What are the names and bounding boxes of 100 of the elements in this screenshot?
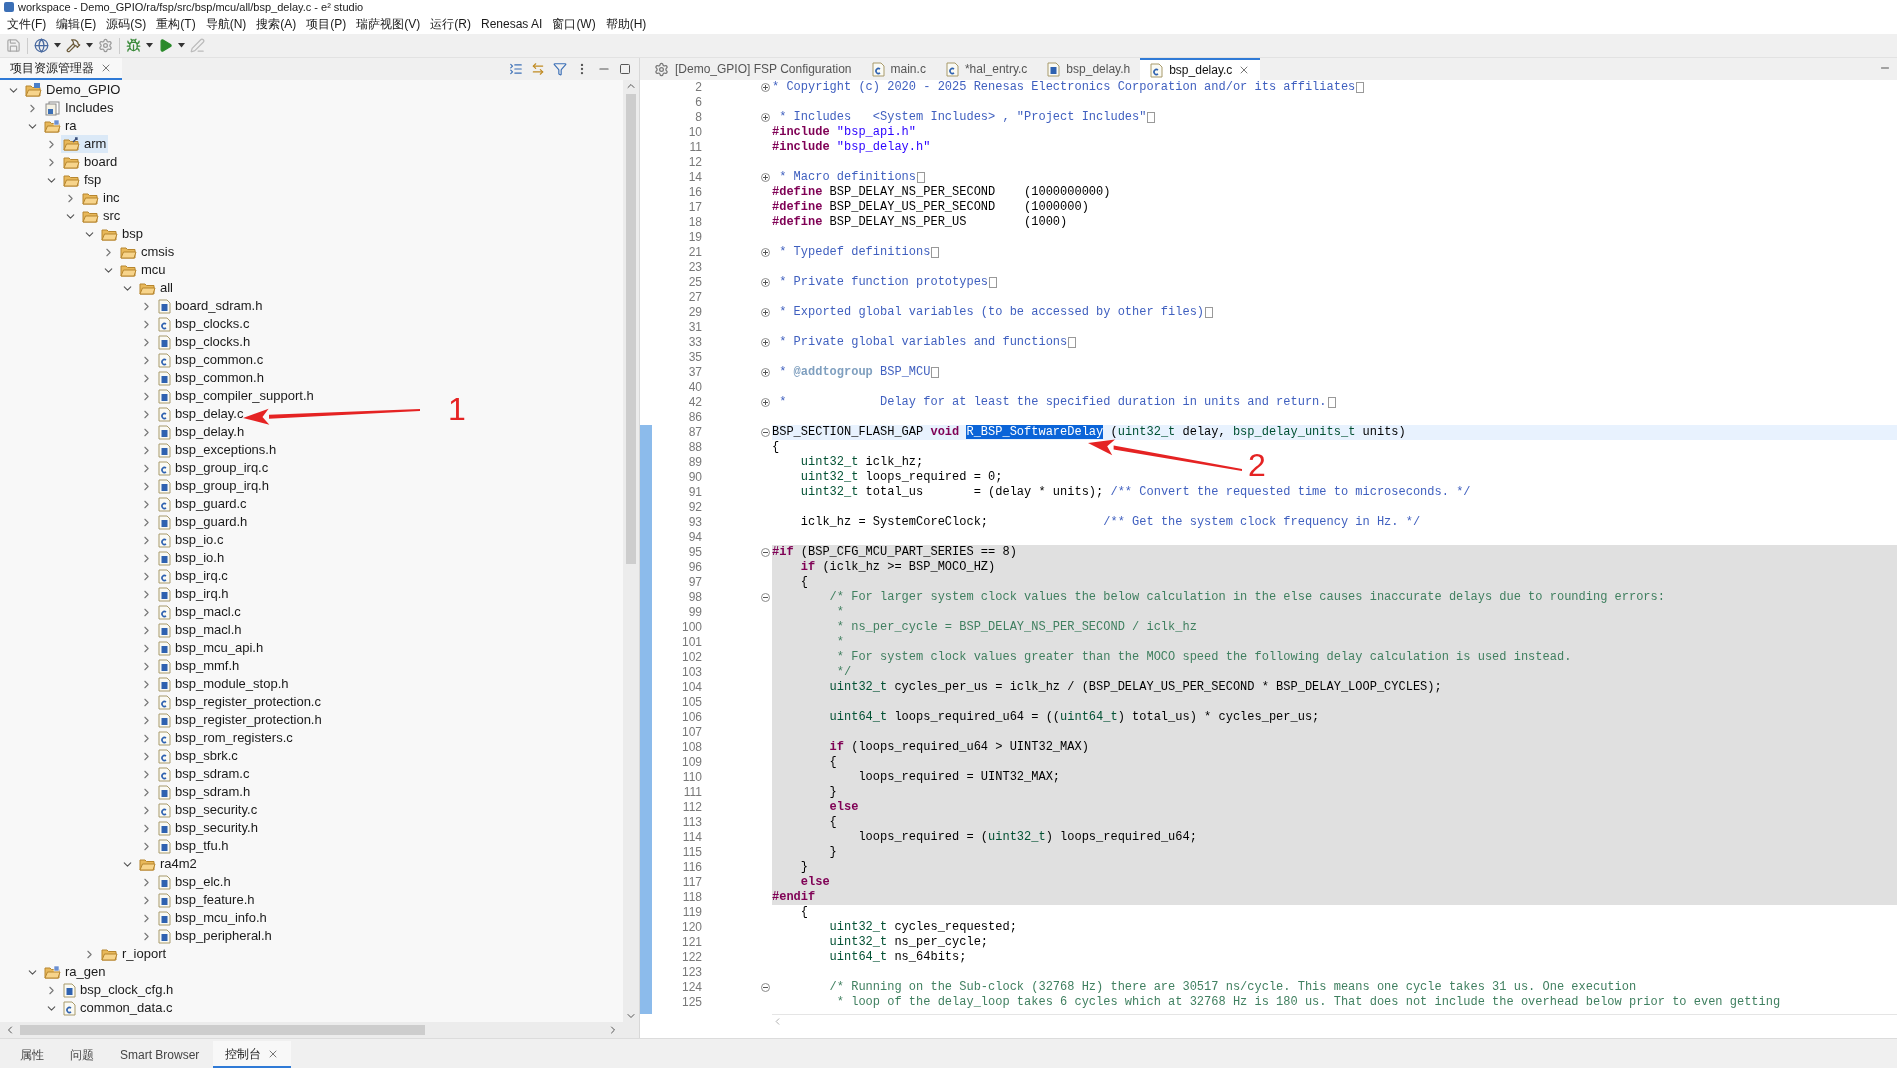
- editor-tab[interactable]: [Demo_GPIO] FSP Configuration: [644, 58, 862, 80]
- tree-item[interactable]: arm: [61, 135, 109, 153]
- expand-fold-icon[interactable]: [761, 173, 770, 182]
- tree-item[interactable]: bsp_sdram.c: [156, 765, 252, 783]
- expand-fold-icon[interactable]: [761, 83, 770, 92]
- dropdown-caret-icon[interactable]: [86, 43, 93, 48]
- tree-item[interactable]: all: [137, 279, 175, 297]
- bottom-tab[interactable]: Smart Browser: [108, 1041, 212, 1068]
- menu-item[interactable]: 运行(R): [425, 15, 476, 33]
- tree-item[interactable]: bsp_module_stop.h: [156, 675, 291, 693]
- panel-tab[interactable]: 项目资源管理器: [0, 58, 122, 80]
- collapse-fold-icon[interactable]: [761, 548, 770, 557]
- tree-item[interactable]: board_sdram.h: [156, 297, 265, 315]
- tree-item[interactable]: bsp_irq.h: [156, 585, 231, 603]
- tree-item[interactable]: Includes: [42, 99, 116, 117]
- expand-fold-icon[interactable]: [761, 308, 770, 317]
- tree-item[interactable]: ra4m2: [137, 855, 199, 873]
- close-icon[interactable]: [100, 62, 112, 74]
- tree-item[interactable]: bsp_rom_registers.c: [156, 729, 295, 747]
- link-icon[interactable]: [531, 62, 545, 76]
- tree-item[interactable]: r_ioport: [99, 945, 169, 963]
- editor-tab[interactable]: bsp_delay.c: [1140, 58, 1261, 80]
- editor-tab[interactable]: bsp_delay.h: [1037, 58, 1141, 80]
- tree-item[interactable]: Demo_GPIO: [23, 81, 123, 99]
- tree-item[interactable]: bsp_common.h: [156, 369, 266, 387]
- tree-item[interactable]: bsp_tfu.h: [156, 837, 231, 855]
- menu-item[interactable]: 重构(T): [151, 15, 201, 33]
- tree-item[interactable]: bsp_irq.c: [156, 567, 230, 585]
- hammer-icon[interactable]: [66, 38, 81, 53]
- tree-item[interactable]: bsp_guard.c: [156, 495, 249, 513]
- tree-item[interactable]: bsp_delay.h: [156, 423, 247, 441]
- tree-item[interactable]: bsp_clocks.c: [156, 315, 252, 333]
- tree-item[interactable]: bsp_exceptions.h: [156, 441, 279, 459]
- gear-icon[interactable]: [98, 38, 113, 53]
- menu-item[interactable]: 导航(N): [200, 15, 252, 33]
- run-icon[interactable]: [158, 38, 173, 53]
- menu-item[interactable]: 文件(F): [2, 15, 52, 33]
- menu-item[interactable]: 帮助(H): [600, 15, 652, 33]
- dropdown-caret-icon[interactable]: [178, 43, 185, 48]
- tree-item[interactable]: bsp_group_irq.c: [156, 459, 271, 477]
- editor-tab[interactable]: *hal_entry.c: [935, 58, 1038, 80]
- tree-item[interactable]: bsp_security.h: [156, 819, 260, 837]
- tree-item[interactable]: bsp_macl.h: [156, 621, 244, 639]
- collapse-all-icon[interactable]: [509, 62, 523, 76]
- tree-item[interactable]: bsp_security.c: [156, 801, 260, 819]
- bottom-tab[interactable]: 属性: [8, 1041, 56, 1068]
- dropdown-caret-icon[interactable]: [146, 43, 153, 48]
- dropdown-caret-icon[interactable]: [54, 43, 61, 48]
- tree-item[interactable]: bsp: [99, 225, 145, 243]
- menu-item[interactable]: 项目(P): [301, 15, 352, 33]
- tree-item[interactable]: bsp_peripheral.h: [156, 927, 274, 945]
- tree-item[interactable]: bsp_sbrk.c: [156, 747, 240, 765]
- tree-item[interactable]: bsp_group_irq.h: [156, 477, 271, 495]
- expand-fold-icon[interactable]: [761, 113, 770, 122]
- globe-icon[interactable]: [34, 38, 49, 53]
- tree-item[interactable]: bsp_register_protection.c: [156, 693, 323, 711]
- tree-item[interactable]: bsp_io.h: [156, 549, 227, 567]
- tree-item[interactable]: bsp_clocks.h: [156, 333, 253, 351]
- save-icon[interactable]: [6, 38, 21, 53]
- collapse-fold-icon[interactable]: [761, 593, 770, 602]
- tree-item[interactable]: bsp_guard.h: [156, 513, 250, 531]
- bottom-tab[interactable]: 控制台: [213, 1041, 292, 1068]
- tree-item[interactable]: common_data.c: [61, 999, 175, 1017]
- tree-item[interactable]: bsp_elc.h: [156, 873, 233, 891]
- expand-fold-icon[interactable]: [761, 368, 770, 377]
- tree-item[interactable]: bsp_mcu_api.h: [156, 639, 266, 657]
- tree-item[interactable]: bsp_compiler_support.h: [156, 387, 316, 405]
- tree-item[interactable]: bsp_feature.h: [156, 891, 257, 909]
- bottom-tab[interactable]: 问题: [58, 1041, 106, 1068]
- tree-item[interactable]: src: [80, 207, 123, 225]
- tree-item[interactable]: inc: [80, 189, 122, 207]
- tree-item[interactable]: ra: [42, 117, 79, 135]
- maximize-icon[interactable]: [619, 63, 631, 75]
- menu-item[interactable]: 窗口(W): [547, 15, 601, 33]
- expand-fold-icon[interactable]: [761, 278, 770, 287]
- tree-item[interactable]: bsp_mmf.h: [156, 657, 242, 675]
- tree-item[interactable]: cmsis: [118, 243, 177, 261]
- menu-item[interactable]: 搜索(A): [251, 15, 302, 33]
- tree-item[interactable]: bsp_register_protection.h: [156, 711, 324, 729]
- tree-item[interactable]: ra_gen: [42, 963, 108, 981]
- tree-item[interactable]: mcu: [118, 261, 168, 279]
- filter-icon[interactable]: [553, 62, 567, 76]
- tree-item[interactable]: bsp_mcu_info.h: [156, 909, 269, 927]
- tree-item[interactable]: bsp_io.c: [156, 531, 226, 549]
- bug-icon[interactable]: [126, 38, 141, 53]
- menu-item[interactable]: Renesas AI: [476, 15, 548, 33]
- tree-item[interactable]: bsp_clock_cfg.h: [61, 981, 176, 999]
- vertical-scrollbar[interactable]: [623, 80, 639, 1022]
- expand-fold-icon[interactable]: [761, 248, 770, 257]
- tree-item[interactable]: bsp_sdram.h: [156, 783, 253, 801]
- expand-fold-icon[interactable]: [761, 338, 770, 347]
- menu-item[interactable]: 源码(S): [101, 15, 152, 33]
- collapse-fold-icon[interactable]: [761, 428, 770, 437]
- collapse-fold-icon[interactable]: [761, 983, 770, 992]
- horizontal-scrollbar[interactable]: [0, 1022, 639, 1038]
- menu-item[interactable]: 编辑(E): [51, 15, 102, 33]
- tree-item[interactable]: bsp_macl.c: [156, 603, 243, 621]
- tree-item[interactable]: bsp_delay.c: [156, 405, 246, 423]
- tree-item[interactable]: fsp: [61, 171, 104, 189]
- menu-item[interactable]: 瑞萨视图(V): [351, 15, 426, 33]
